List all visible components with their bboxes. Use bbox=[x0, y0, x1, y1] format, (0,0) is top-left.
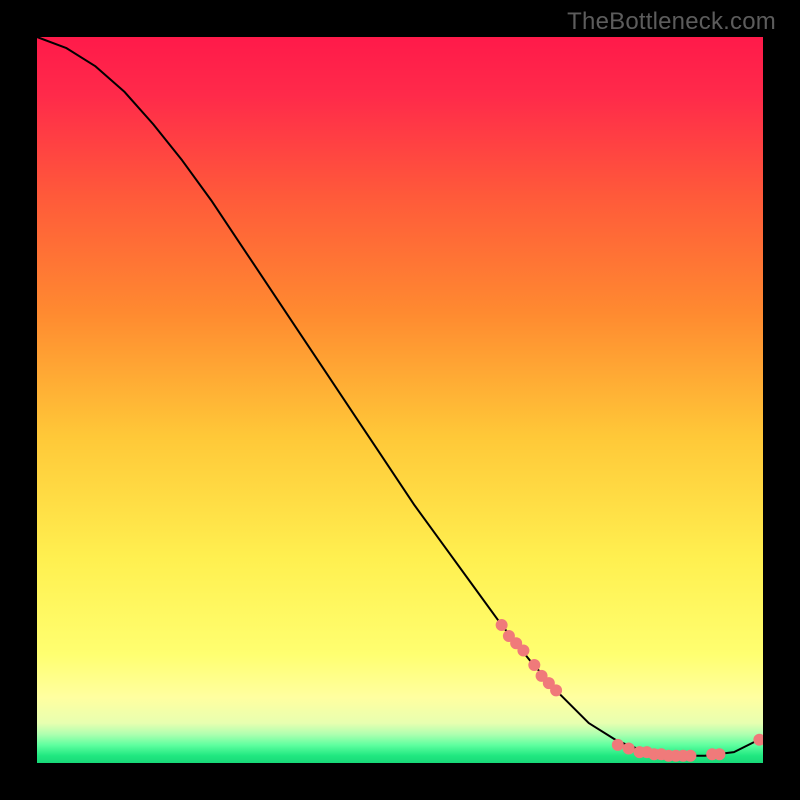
curve-marker bbox=[623, 742, 635, 754]
watermark-text: TheBottleneck.com bbox=[567, 8, 776, 36]
curve-marker bbox=[612, 739, 624, 751]
curve-marker bbox=[528, 659, 540, 671]
curve-marker bbox=[550, 684, 562, 696]
gradient-background bbox=[37, 37, 763, 763]
chart-plot bbox=[37, 37, 763, 763]
curve-marker bbox=[713, 748, 725, 760]
chart-container: TheBottleneck.com bbox=[0, 0, 800, 800]
curve-marker bbox=[517, 644, 529, 656]
curve-marker bbox=[684, 750, 696, 762]
curve-marker bbox=[496, 619, 508, 631]
